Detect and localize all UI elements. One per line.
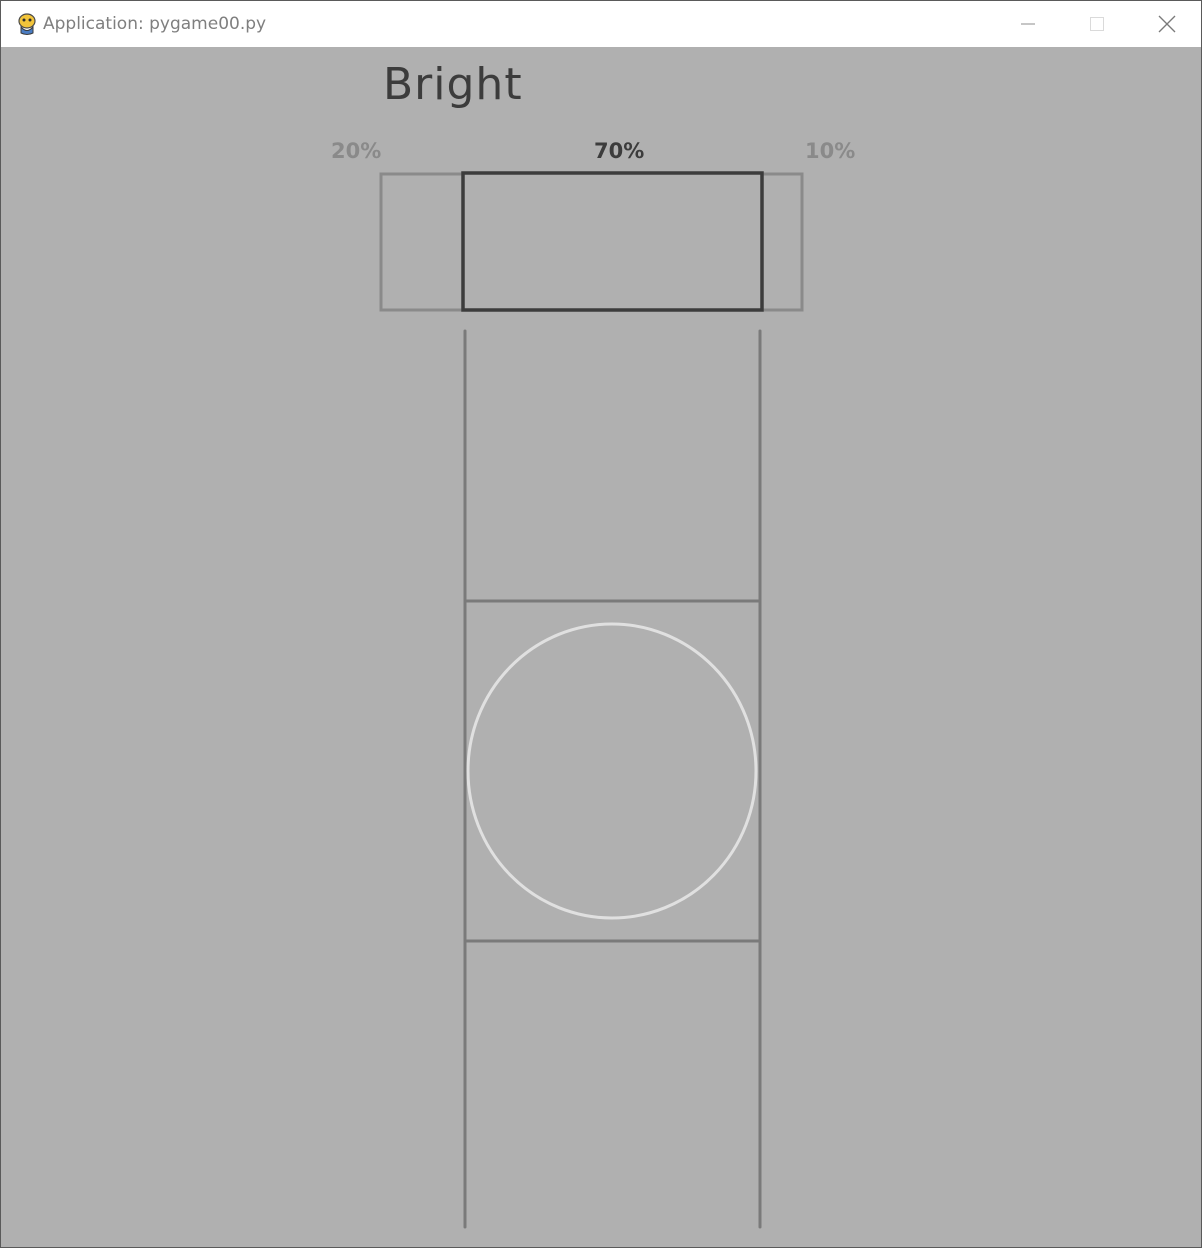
brightness-circle xyxy=(466,622,758,920)
close-button[interactable] xyxy=(1144,1,1190,47)
option-box-right[interactable] xyxy=(760,172,804,312)
maximize-button[interactable] xyxy=(1074,1,1120,47)
option-box-left[interactable] xyxy=(379,172,465,312)
maximize-icon xyxy=(1090,17,1104,31)
scene-graphics xyxy=(379,171,804,1229)
window-title: Application: pygame00.py xyxy=(43,14,267,34)
close-icon xyxy=(1158,15,1176,33)
title-bar[interactable]: Application: pygame00.py xyxy=(1,1,1201,47)
option-box-selected[interactable] xyxy=(461,171,764,312)
application-window: Application: pygame00.py Bright 20% 70% … xyxy=(0,0,1202,1248)
game-canvas[interactable]: Bright 20% 70% 10% xyxy=(1,47,1201,1247)
minimize-icon xyxy=(1021,23,1035,25)
pygame-snake-icon xyxy=(18,13,36,35)
option-label-10[interactable]: 10% xyxy=(805,139,855,163)
option-label-20[interactable]: 20% xyxy=(331,139,381,163)
option-label-70-selected[interactable]: 70% xyxy=(594,139,644,163)
heading-bright: Bright xyxy=(383,59,523,110)
minimize-button[interactable] xyxy=(1005,1,1051,47)
